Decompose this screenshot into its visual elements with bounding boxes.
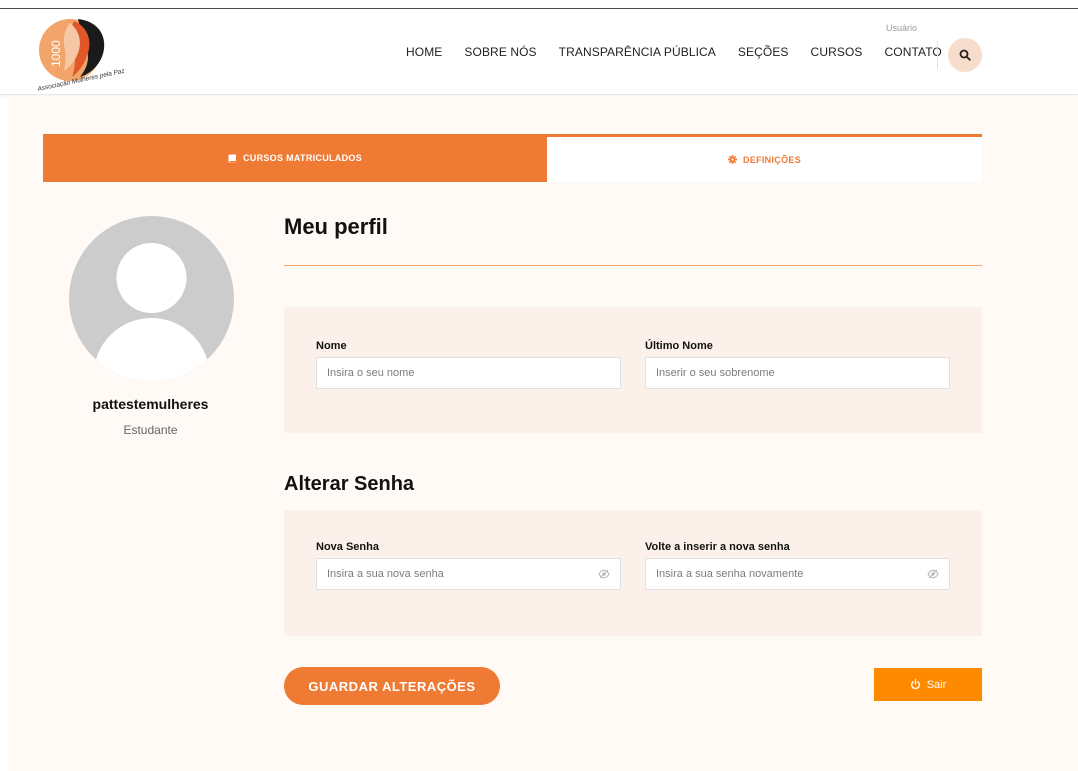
search-icon xyxy=(959,49,971,61)
last-name-placeholder: Inserir o seu sobrenome xyxy=(656,367,775,379)
last-name-input[interactable]: Inserir o seu sobrenome xyxy=(645,357,950,389)
title-divider xyxy=(284,265,982,266)
logout-button[interactable]: Sair xyxy=(874,668,982,701)
new-password-field-group: Nova Senha Insira a sua nova senha xyxy=(316,541,621,590)
first-name-placeholder: Insira o seu nome xyxy=(327,367,415,379)
tab-enrolled-label: CURSOS MATRICULADOS xyxy=(242,153,363,163)
new-password-label: Nova Senha xyxy=(316,541,379,553)
logout-label: Sair xyxy=(926,678,947,691)
dashboard-tabs: CURSOS MATRICULADOS DEFINIÇÕES xyxy=(43,134,982,182)
dashboard-main: CURSOS MATRICULADOS DEFINIÇÕES pattestem… xyxy=(8,96,1078,771)
main-nav: HOME SOBRE NÓS TRANSPARÊNCIA PÚBLICA SEÇ… xyxy=(406,45,942,59)
book-icon xyxy=(228,154,236,163)
nav-separator xyxy=(937,41,938,69)
nav-sections[interactable]: SEÇÕES xyxy=(738,45,789,59)
nav-home[interactable]: HOME xyxy=(406,45,442,59)
password-panel: Nova Senha Insira a sua nova senha Volte… xyxy=(284,510,982,636)
last-name-field-group: Último Nome Inserir o seu sobrenome xyxy=(645,340,950,389)
tab-settings-label: DEFINIÇÕES xyxy=(742,154,801,165)
tab-enrolled-courses[interactable]: CURSOS MATRICULADOS xyxy=(43,134,547,182)
nav-courses[interactable]: CURSOS xyxy=(811,45,863,59)
search-button[interactable] xyxy=(948,38,982,72)
change-password-title: Alterar Senha xyxy=(284,473,415,495)
nav-contact[interactable]: CONTATO xyxy=(885,45,942,59)
first-name-label: Nome xyxy=(316,340,347,352)
user-label[interactable]: Usuário xyxy=(886,23,917,33)
association-logo[interactable]: 1000 Associação Mulheres pela Paz xyxy=(30,15,142,93)
power-icon xyxy=(910,679,920,690)
gear-icon xyxy=(727,155,737,164)
confirm-password-label: Volte a inserir a nova senha xyxy=(645,541,790,553)
site-header: 1000 Associação Mulheres pela Paz Usuári… xyxy=(0,9,1078,95)
first-name-input[interactable]: Insira o seu nome xyxy=(316,357,621,389)
confirm-password-input[interactable]: Insira a sua senha novamente xyxy=(645,558,950,590)
page-title: Meu perfil xyxy=(284,214,388,239)
profile-role: Estudante xyxy=(123,423,178,437)
eye-off-icon[interactable] xyxy=(598,569,610,579)
profile-username: pattestemulheres xyxy=(92,396,209,412)
confirm-password-placeholder: Insira a sua senha novamente xyxy=(656,568,804,580)
save-changes-button[interactable]: GUARDAR ALTERAÇÕES xyxy=(284,667,500,705)
last-name-label: Último Nome xyxy=(645,340,713,352)
tab-settings[interactable]: DEFINIÇÕES xyxy=(547,134,982,182)
nav-transparency[interactable]: TRANSPARÊNCIA PÚBLICA xyxy=(559,45,716,59)
new-password-input[interactable]: Insira a sua nova senha xyxy=(316,558,621,590)
confirm-password-field-group: Volte a inserir a nova senha Insira a su… xyxy=(645,541,950,590)
user-avatar[interactable] xyxy=(69,216,234,381)
name-panel: Nome Insira o seu nome Último Nome Inser… xyxy=(284,307,982,433)
new-password-placeholder: Insira a sua nova senha xyxy=(327,568,444,580)
first-name-field-group: Nome Insira o seu nome xyxy=(316,340,621,389)
user-avatar-icon xyxy=(93,243,210,381)
nav-about[interactable]: SOBRE NÓS xyxy=(464,45,536,59)
logo-number: 1000 xyxy=(49,40,63,67)
eye-off-icon[interactable] xyxy=(927,569,939,579)
